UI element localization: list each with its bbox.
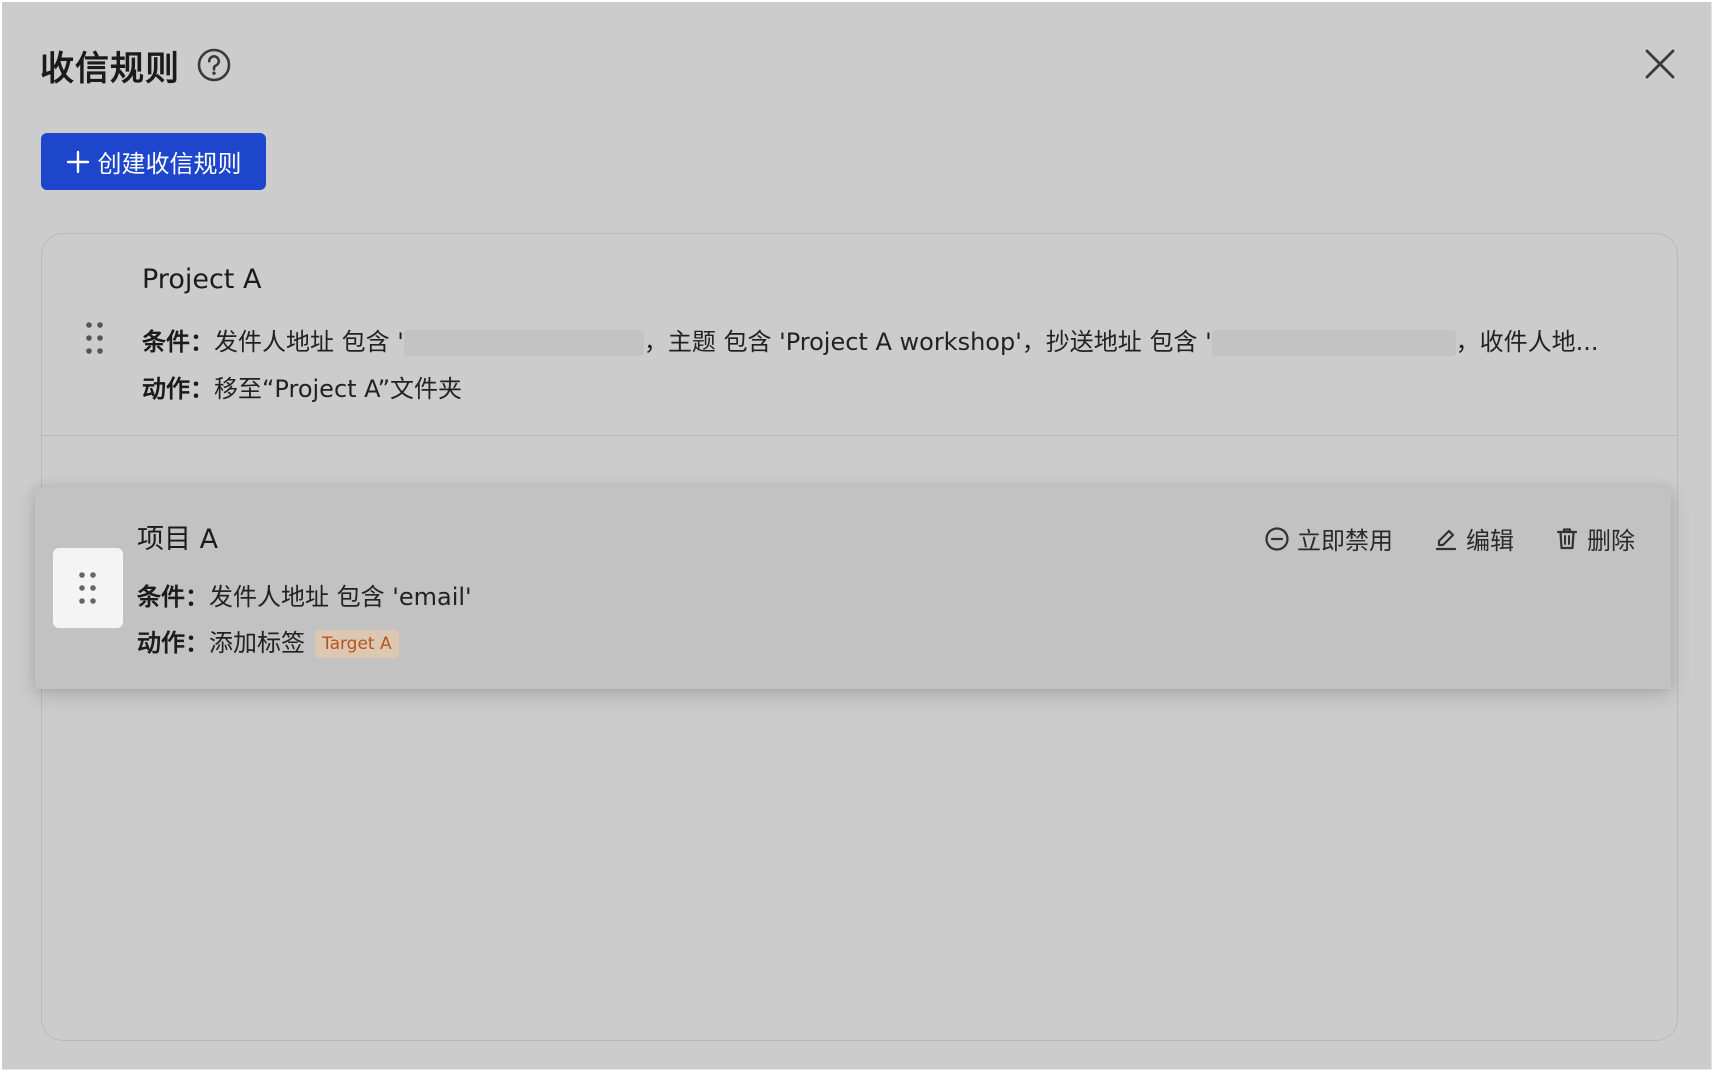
rule-actions: 立即禁用 编辑 删除 [1224,521,1635,556]
plus-icon [66,150,90,174]
question-circle-icon[interactable] [196,47,232,83]
rule-condition: 条件：发件人地址 包含 ' ，主题 包含 'Project A workshop'… [142,322,1599,357]
delete-label: 删除 [1587,527,1635,555]
disable-label: 立即禁用 [1297,527,1393,555]
rules-dialog: 收信规则 创建收信规则 Project A 条件：发件人地址 包含 ' ，主题 … [2,2,1712,1070]
condition-label: 条件： [142,328,214,356]
page-title: 收信规则 [40,48,180,89]
drag-handle[interactable] [53,548,123,628]
drag-handle-icon[interactable] [84,320,106,356]
delete-button[interactable]: 删除 [1554,521,1635,556]
tag-badge: Target A [315,630,399,658]
close-icon [1645,49,1675,79]
create-rule-label: 创建收信规则 [97,150,242,178]
rule-action: 动作：添加标签 Target A [137,623,399,658]
create-rule-button[interactable]: 创建收信规则 [41,133,266,190]
redacted-value [403,330,644,356]
action-label: 动作： [142,375,214,403]
rule-name: Project A [142,264,262,295]
condition-text: 发件人地址 包含 'email' [209,583,472,611]
redacted-value [1211,330,1456,356]
action-text: 移至“Project A”文件夹 [214,375,463,403]
edit-label: 编辑 [1466,527,1514,555]
drag-handle-icon [79,572,96,604]
condition-text-part2: ，主题 包含 'Project A workshop'，抄送地址 包含 ' [643,328,1212,356]
disable-button[interactable]: 立即禁用 [1264,521,1393,556]
condition-label: 条件： [137,583,209,611]
rule-action: 动作：移至“Project A”文件夹 [142,369,462,404]
pencil-icon [1435,529,1457,550]
rule-item[interactable]: Project A 条件：发件人地址 包含 ' ，主题 包含 'Project A… [42,234,1677,436]
action-label: 动作： [137,629,209,657]
condition-text-part3: ，收件人地... [1455,328,1599,356]
minus-circle-icon [1265,526,1289,551]
rule-item-dragging[interactable]: 项目 A 立即禁用 编辑 删除 条件：发件人地址 包含 'email' 动作：添… [35,487,1671,689]
close-button[interactable] [1642,46,1678,82]
edit-button[interactable]: 编辑 [1433,521,1514,556]
dialog-header: 收信规则 [40,40,232,90]
rule-name: 项目 A [137,524,219,555]
condition-text-part1: 发件人地址 包含 ' [214,328,404,356]
rule-condition: 条件：发件人地址 包含 'email' [137,577,472,612]
trash-icon [1556,527,1578,549]
action-text: 添加标签 [209,629,305,657]
